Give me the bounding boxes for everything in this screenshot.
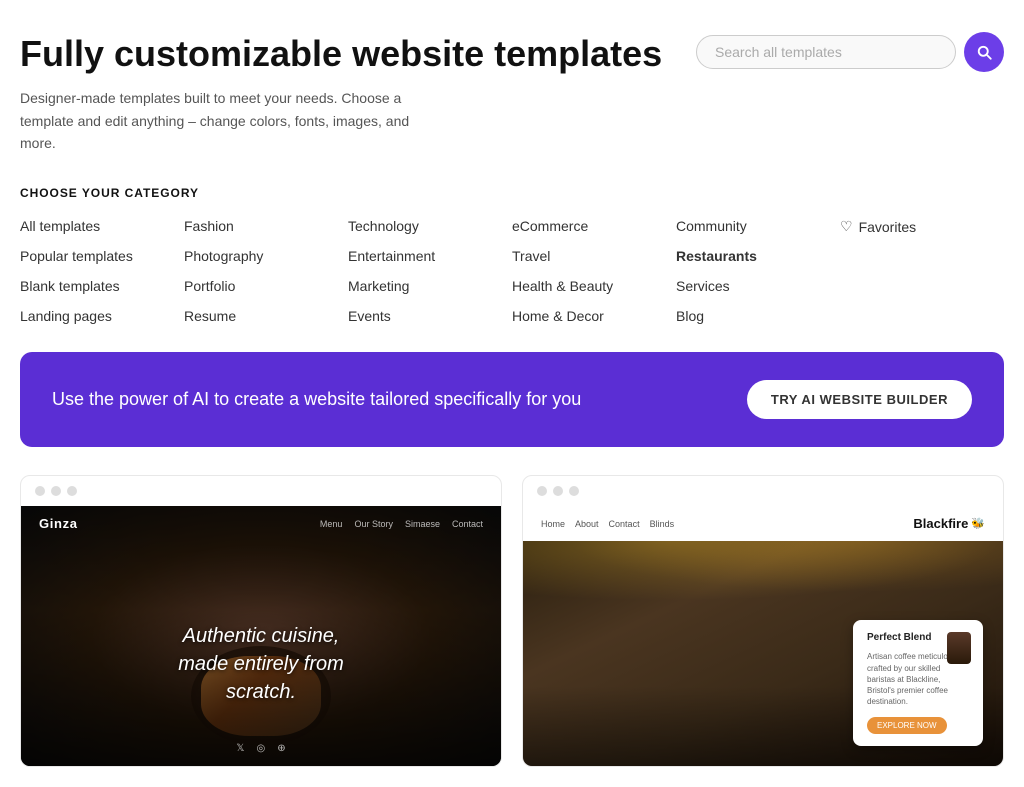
cat-all-templates[interactable]: All templates — [20, 218, 184, 234]
cat-popular-templates[interactable]: Popular templates — [20, 248, 184, 264]
cat-blank-templates[interactable]: Blank templates — [20, 278, 184, 294]
twitter-icon: 𝕏 — [236, 743, 244, 754]
search-area — [696, 32, 1004, 72]
cafe-background: Perfect Blend Artisan coffee meticulousl… — [523, 541, 1003, 766]
page-subtitle: Designer-made templates built to meet yo… — [20, 87, 440, 154]
nav-home: Home — [541, 519, 565, 529]
ai-builder-button[interactable]: TRY AI WEBSITE BUILDER — [747, 380, 972, 419]
blackfire-logo: Blackfire 🐝 — [913, 516, 985, 531]
info-card-avatar — [947, 632, 971, 664]
category-section: CHOOSE YOUR CATEGORY All templates Popul… — [20, 186, 1004, 324]
cat-community[interactable]: Community — [676, 218, 840, 234]
dot-6 — [569, 486, 579, 496]
cat-events[interactable]: Events — [348, 308, 512, 324]
templates-grid: Ginza Menu Our Story Simaese Contact Aut… — [20, 475, 1004, 787]
ginza-social-icons: 𝕏 ◎ ⊕ — [236, 743, 285, 754]
nav-our-story: Our Story — [354, 519, 393, 529]
ginza-nav-links: Menu Our Story Simaese Contact — [320, 519, 483, 529]
cat-favorites[interactable]: ♡ Favorites — [840, 218, 1004, 235]
category-label: CHOOSE YOUR CATEGORY — [20, 186, 1004, 200]
cat-services[interactable]: Services — [676, 278, 840, 294]
heart-icon: ♡ — [840, 218, 853, 235]
instagram-circle-icon: ◎ — [256, 743, 265, 754]
nav-contact: Contact — [452, 519, 483, 529]
cat-restaurants[interactable]: Restaurants — [676, 248, 840, 264]
blackfire-logo-text: Blackfire — [913, 516, 968, 531]
camera-icon: ⊕ — [277, 743, 285, 754]
search-input[interactable] — [715, 44, 937, 60]
header-left: Fully customizable website templates Des… — [20, 32, 696, 154]
cat-resume[interactable]: Resume — [184, 308, 348, 324]
cat-health-beauty[interactable]: Health & Beauty — [512, 278, 676, 294]
dot-5 — [553, 486, 563, 496]
page-title: Fully customizable website templates — [20, 32, 696, 75]
dot-1 — [35, 486, 45, 496]
nav-about: About — [575, 519, 599, 529]
blackfire-nav-links: Home About Contact Blinds — [541, 519, 674, 529]
category-grid: All templates Popular templates Blank te… — [20, 218, 1004, 324]
category-col-3: Technology Entertainment Marketing Event… — [348, 218, 512, 324]
nav-contact: Contact — [609, 519, 640, 529]
cat-fashion[interactable]: Fashion — [184, 218, 348, 234]
category-col-4: eCommerce Travel Health & Beauty Home & … — [512, 218, 676, 324]
info-card-title: Perfect Blend — [867, 632, 931, 643]
nav-menu: Menu — [320, 519, 343, 529]
cat-landing-pages[interactable]: Landing pages — [20, 308, 184, 324]
card-dots-2 — [523, 476, 1003, 506]
search-box — [696, 35, 956, 69]
category-col-5: Community Restaurants Services Blog — [676, 218, 840, 324]
cat-portfolio[interactable]: Portfolio — [184, 278, 348, 294]
category-col-2: Fashion Photography Portfolio Resume — [184, 218, 348, 324]
cat-ecommerce[interactable]: eCommerce — [512, 218, 676, 234]
ginza-heading: Authentic cuisine,made entirely fromscra… — [21, 622, 501, 706]
ginza-logo: Ginza — [39, 516, 78, 531]
preview-ginza: Ginza Menu Our Story Simaese Contact Aut… — [21, 506, 501, 766]
cat-marketing[interactable]: Marketing — [348, 278, 512, 294]
cat-technology[interactable]: Technology — [348, 218, 512, 234]
blackfire-logo-icon: 🐝 — [971, 517, 985, 530]
cat-blog[interactable]: Blog — [676, 308, 840, 324]
header-section: Fully customizable website templates Des… — [20, 32, 1004, 154]
nav-simaese: Simaese — [405, 519, 440, 529]
ai-banner: Use the power of AI to create a website … — [20, 352, 1004, 447]
nav-blinds: Blinds — [650, 519, 675, 529]
avatar-image — [947, 632, 971, 664]
category-col-6: ♡ Favorites — [840, 218, 1004, 324]
ai-banner-text: Use the power of AI to create a website … — [52, 389, 581, 410]
cat-entertainment[interactable]: Entertainment — [348, 248, 512, 264]
template-card-ginza[interactable]: Ginza Menu Our Story Simaese Contact Aut… — [20, 475, 502, 767]
ginza-nav: Ginza Menu Our Story Simaese Contact — [21, 506, 501, 541]
ginza-heading-wrapper: Authentic cuisine,made entirely fromscra… — [21, 622, 501, 706]
cat-photography[interactable]: Photography — [184, 248, 348, 264]
info-card: Perfect Blend Artisan coffee meticulousl… — [853, 620, 983, 746]
info-card-button[interactable]: EXPLORE NOW — [867, 717, 947, 734]
cafe-lights — [523, 541, 1003, 601]
card-dots-1 — [21, 476, 501, 506]
preview-blackfire: Home About Contact Blinds Blackfire 🐝 — [523, 506, 1003, 766]
dot-3 — [67, 486, 77, 496]
dot-4 — [537, 486, 547, 496]
cat-home-decor[interactable]: Home & Decor — [512, 308, 676, 324]
blackfire-nav: Home About Contact Blinds Blackfire 🐝 — [523, 506, 1003, 541]
category-col-1: All templates Popular templates Blank te… — [20, 218, 184, 324]
template-card-blackfire[interactable]: Home About Contact Blinds Blackfire 🐝 — [522, 475, 1004, 767]
search-icon — [975, 43, 993, 61]
search-button[interactable] — [964, 32, 1004, 72]
cat-travel[interactable]: Travel — [512, 248, 676, 264]
dot-2 — [51, 486, 61, 496]
